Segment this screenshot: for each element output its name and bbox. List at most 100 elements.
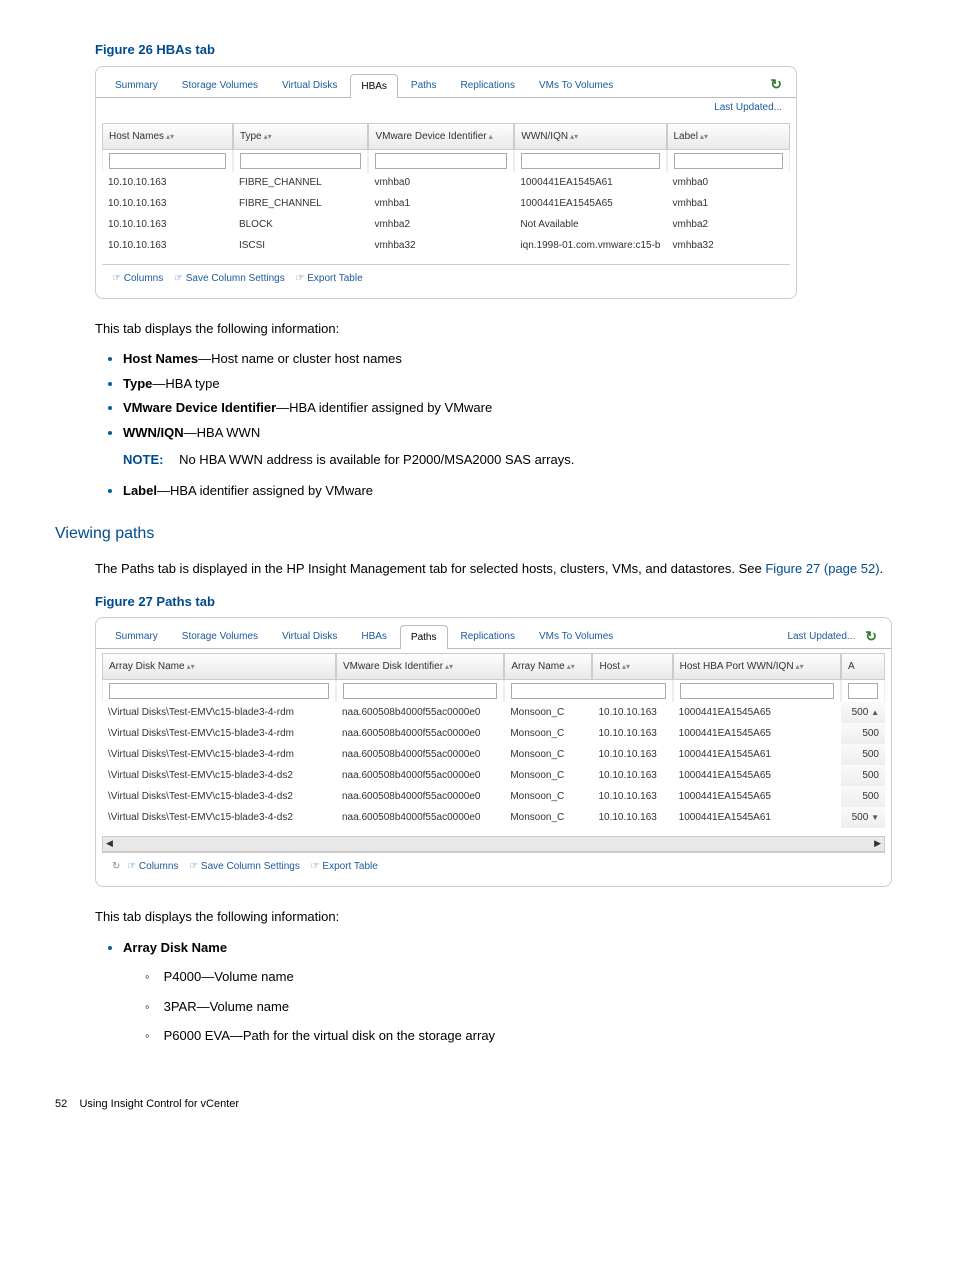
cell: 10.10.10.163 [592,702,672,723]
tab-replications[interactable]: Replications [450,73,526,97]
filter-host[interactable] [109,153,226,169]
cell: 1000441EA1545A61 [673,807,841,828]
fig26-tablist: Summary Storage Volumes Virtual Disks HB… [96,67,796,98]
cell: 10.10.10.163 [592,807,672,828]
figure-27-caption: Figure 27 Paths tab [95,592,894,612]
sort-icon: ▴▾ [264,132,272,141]
list-item: Type—HBA type [123,373,894,394]
note: NOTE: No HBA WWN address is available fo… [123,450,894,470]
filter-adn[interactable] [109,683,329,699]
cell: 10.10.10.163 [592,786,672,807]
last-updated-link[interactable]: Last Updated... [96,98,796,119]
table-row[interactable]: \Virtual Disks\Test-EMV\c15-blade3-4-rdm… [102,723,885,744]
filter-an-host[interactable] [511,683,665,699]
refresh-footer-icon[interactable]: ↻ [112,861,120,872]
tab-paths[interactable]: Paths [400,73,448,97]
cell: Not Available [514,214,666,235]
cell: 10.10.10.163 [592,765,672,786]
tab-hbas[interactable]: HBAs [350,74,398,98]
save-column-settings-link[interactable]: ☞ Save Column Settings [189,861,304,872]
table-row[interactable]: 10.10.10.163ISCSIvmhba32iqn.1998-01.com.… [102,235,790,256]
columns-link[interactable]: ☞ Columns [127,861,182,872]
tab-paths[interactable]: Paths [400,625,448,649]
cell: vmhba32 [667,235,791,256]
table-row[interactable]: \Virtual Disks\Test-EMV\c15-blade3-4-ds2… [102,807,885,828]
col-vmware-disk-id[interactable]: VMware Disk Identifier▴▾ [336,653,504,680]
table-row[interactable]: 10.10.10.163BLOCKvmhba2Not Availablevmhb… [102,214,790,235]
list-item: WWN/IQN—HBA WWN [123,422,894,443]
filter-label[interactable] [674,153,784,169]
last-updated-link[interactable]: Last Updated... [787,629,855,644]
cell: naa.600508b4000f55ac0000e0 [336,807,504,828]
cell: iqn.1998-01.com.vmware:c15-b [514,235,666,256]
tab-summary[interactable]: Summary [104,624,169,648]
cell: 10.10.10.163 [102,193,233,214]
hbas-info-list: Host Names—Host name or cluster host nam… [95,348,894,442]
cell: naa.600508b4000f55ac0000e0 [336,723,504,744]
cell: 500 [841,765,885,786]
filter-a[interactable] [848,683,878,699]
cell: vmhba0 [368,172,514,193]
table-row[interactable]: \Virtual Disks\Test-EMV\c15-blade3-4-rdm… [102,702,885,723]
figure-27-link[interactable]: Figure 27 (page 52) [765,561,879,576]
filter-vdi[interactable] [343,683,497,699]
col-host-hba-wwn[interactable]: Host HBA Port WWN/IQN▴▾ [673,653,841,680]
col-host[interactable]: Host▴▾ [592,653,672,680]
sort-icon: ▴▾ [166,132,174,141]
cell: 500 [841,723,885,744]
refresh-icon[interactable]: ↻ [770,74,782,95]
horizontal-scrollbar[interactable]: ◀ ▶ [102,836,885,852]
col-array-disk-name[interactable]: Array Disk Name▴▾ [102,653,336,680]
sort-icon: ▴▾ [570,132,578,141]
page-footer: 52 Using Insight Control for vCenter [55,1096,894,1113]
page-number: 52 [55,1098,67,1110]
col-wwn-iqn[interactable]: WWN/IQN▴▾ [514,123,666,150]
cell: 1000441EA1545A65 [673,786,841,807]
note-text: No HBA WWN address is available for P200… [179,452,574,467]
cell: vmhba0 [667,172,791,193]
table-row[interactable]: \Virtual Disks\Test-EMV\c15-blade3-4-ds2… [102,786,885,807]
col-array-name[interactable]: Array Name▴▾ [504,653,592,680]
paths-table: Array Disk Name▴▾ VMware Disk Identifier… [102,653,885,828]
tab-storage-volumes[interactable]: Storage Volumes [171,624,269,648]
viewing-paths-heading: Viewing paths [55,522,894,546]
tab-vms-to-volumes[interactable]: VMs To Volumes [528,624,624,648]
cell: Monsoon_C [504,744,592,765]
cell: vmhba2 [368,214,514,235]
filter-wwn[interactable] [521,153,659,169]
table-row[interactable]: \Virtual Disks\Test-EMV\c15-blade3-4-ds2… [102,765,885,786]
cell: Monsoon_C [504,723,592,744]
col-host-names[interactable]: Host Names▴▾ [102,123,233,150]
sort-icon: ▴ [489,132,493,141]
hbas-tab-panel: Summary Storage Volumes Virtual Disks HB… [95,66,797,299]
col-a-truncated[interactable]: A [841,653,885,680]
tab-summary[interactable]: Summary [104,73,169,97]
tab-replications[interactable]: Replications [450,624,526,648]
filter-type[interactable] [240,153,362,169]
cell: 1000441EA1545A65 [673,723,841,744]
tab-virtual-disks[interactable]: Virtual Disks [271,73,348,97]
columns-link[interactable]: ☞ Columns [112,273,167,284]
refresh-icon[interactable]: ↻ [865,626,877,647]
sub-list-item: P4000—Volume name [145,967,894,987]
cell: Monsoon_C [504,702,592,723]
export-table-link[interactable]: ☞ Export Table [295,273,366,284]
filter-vdi[interactable] [375,153,507,169]
col-type[interactable]: Type▴▾ [233,123,369,150]
table-row[interactable]: 10.10.10.163FIBRE_CHANNELvmhba01000441EA… [102,172,790,193]
export-table-link[interactable]: ☞ Export Table [311,861,382,872]
filter-wwn[interactable] [680,683,834,699]
col-vmware-id[interactable]: VMware Device Identifier▴ [368,123,514,150]
save-column-settings-link[interactable]: ☞ Save Column Settings [174,273,289,284]
cell: 1000441EA1545A65 [673,702,841,723]
cell: vmhba1 [368,193,514,214]
table-row[interactable]: \Virtual Disks\Test-EMV\c15-blade3-4-rdm… [102,744,885,765]
scroll-left-icon[interactable]: ◀ [106,837,113,851]
tab-hbas[interactable]: HBAs [350,624,398,648]
table-row[interactable]: 10.10.10.163FIBRE_CHANNELvmhba11000441EA… [102,193,790,214]
col-label[interactable]: Label▴▾ [667,123,791,150]
tab-virtual-disks[interactable]: Virtual Disks [271,624,348,648]
scroll-right-icon[interactable]: ▶ [874,837,881,851]
tab-storage-volumes[interactable]: Storage Volumes [171,73,269,97]
tab-vms-to-volumes[interactable]: VMs To Volumes [528,73,624,97]
